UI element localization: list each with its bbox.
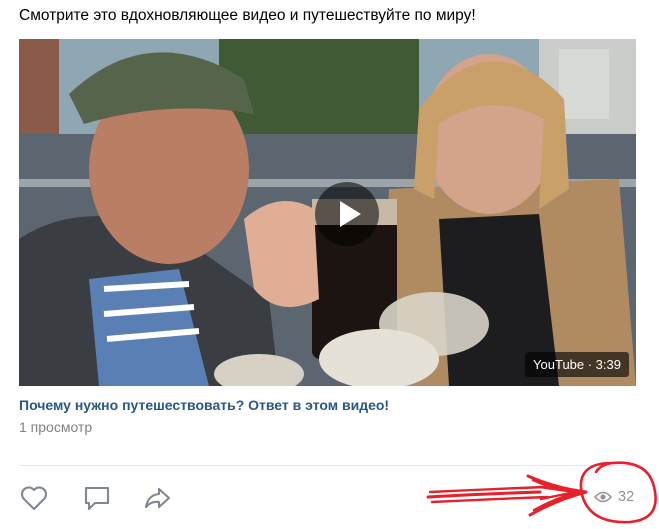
video-player[interactable]: YouTube · 3:39 bbox=[19, 39, 636, 386]
heart-icon bbox=[20, 486, 48, 511]
video-views: 1 просмотр bbox=[19, 419, 93, 435]
view-counter: 32 bbox=[594, 487, 634, 507]
play-button[interactable] bbox=[315, 182, 379, 246]
like-button[interactable] bbox=[19, 484, 49, 512]
share-arrow-icon bbox=[144, 487, 171, 509]
divider bbox=[19, 465, 636, 466]
play-icon bbox=[340, 201, 361, 227]
duration-badge: YouTube · 3:39 bbox=[525, 352, 629, 377]
eye-icon bbox=[594, 491, 612, 503]
video-title-link[interactable]: Почему нужно путешествовать? Ответ в это… bbox=[19, 397, 389, 413]
share-button[interactable] bbox=[142, 484, 172, 512]
post-text: Смотрите это вдохновляющее видео и путеш… bbox=[19, 7, 476, 24]
comment-button[interactable] bbox=[82, 484, 112, 512]
view-count: 32 bbox=[618, 489, 635, 505]
comment-icon bbox=[84, 486, 110, 511]
